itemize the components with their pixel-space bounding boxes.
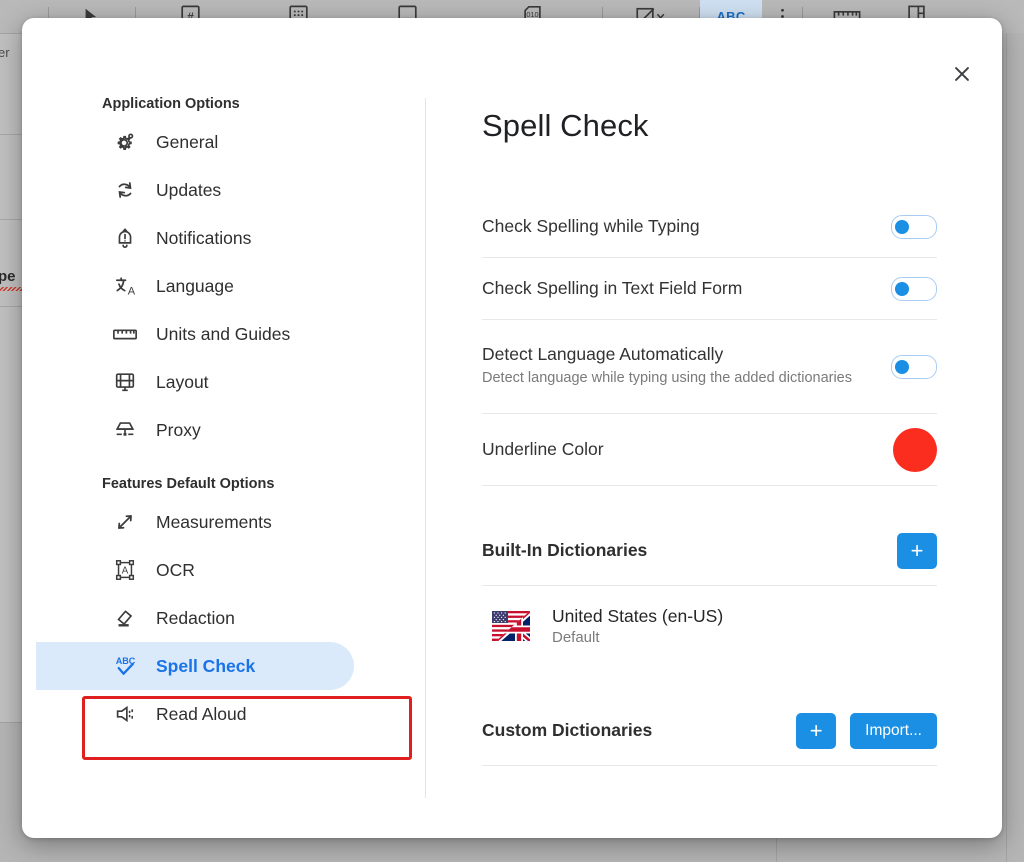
svg-text:A: A [127, 285, 135, 297]
dictionary-name: United States (en-US) [552, 606, 724, 626]
sidebar-group-title-application-options: Application Options [102, 96, 240, 112]
sidebar-item-label: Updates [156, 179, 222, 200]
add-custom-dictionary-button[interactable]: + [796, 712, 837, 749]
page-title: Spell Check [482, 108, 649, 143]
setting-label: Check Spelling in Text Field Form [482, 278, 743, 298]
sidebar-item-label: Language [156, 275, 234, 296]
section-header-custom-dictionaries: Custom Dictionaries + Import... [482, 696, 937, 766]
section-title: Custom Dictionaries [482, 720, 653, 740]
sidebar-item-redaction[interactable]: Redaction [22, 594, 425, 642]
sidebar-item-proxy[interactable]: Proxy [22, 406, 425, 454]
sidebar-item-units-and-guides[interactable]: Units and Guides [22, 310, 425, 358]
sidebar-item-layout[interactable]: Layout [22, 358, 425, 406]
eraser-icon [110, 603, 140, 633]
sidebar-item-label: General [156, 131, 219, 152]
sidebar-item-notifications[interactable]: Notifications [22, 214, 425, 262]
refresh-icon [110, 175, 140, 205]
us-uk-flag-icon [492, 611, 530, 641]
underline-color-swatch[interactable] [893, 427, 937, 472]
setting-label: Underline Color [482, 439, 604, 459]
toggle-check-spelling-in-text-field-form[interactable] [891, 276, 937, 301]
sidebar-item-spell-check[interactable]: ABC Spell Check [36, 642, 354, 690]
import-dictionary-button[interactable]: Import... [850, 712, 937, 749]
setting-row-detect-language-automatically: Detect Language Automatically Detect lan… [482, 320, 937, 414]
sidebar-item-ocr[interactable]: A OCR [22, 546, 425, 594]
toggle-knob [895, 359, 909, 374]
toggle-detect-language-automatically[interactable] [891, 354, 937, 379]
abc-check-icon: ABC [110, 651, 140, 681]
sidebar-item-label: Notifications [156, 227, 252, 248]
section-header-built-in-dictionaries: Built-In Dictionaries + [482, 516, 937, 586]
sidebar-item-label: Spell Check [156, 655, 256, 676]
sidebar-item-label: OCR [156, 559, 195, 580]
speaker-icon [110, 699, 140, 729]
sidebar-item-measurements[interactable]: Measurements [22, 498, 425, 546]
section-title: Built-In Dictionaries [482, 540, 648, 560]
toggle-check-spelling-while-typing[interactable] [891, 214, 937, 239]
translate-icon: A [110, 271, 140, 301]
page-text-fragment-top: er [0, 45, 10, 60]
sidebar-item-updates[interactable]: Updates [22, 166, 425, 214]
add-built-in-dictionary-button[interactable]: + [897, 532, 937, 569]
sidebar-item-language[interactable]: A Language [22, 262, 425, 310]
ocr-frame-icon: A [110, 555, 140, 585]
preferences-sidebar: Application Options General Updates Noti… [22, 96, 425, 798]
setting-row-underline-color: Underline Color [482, 414, 937, 486]
setting-row-check-spelling-in-text-field-form: Check Spelling in Text Field Form [482, 258, 937, 320]
sidebar-item-general[interactable]: General [22, 118, 425, 166]
proxy-server-icon [110, 415, 140, 445]
setting-label: Detect Language Automatically [482, 343, 724, 364]
sidebar-group-title-features-default-options: Features Default Options [102, 476, 275, 492]
setting-row-check-spelling-while-typing: Check Spelling while Typing [482, 196, 937, 258]
sidebar-item-label: Layout [156, 371, 209, 392]
ruler-icon [110, 319, 140, 349]
preferences-content: Spell Check Check Spelling while Typing … [426, 18, 1002, 838]
toggle-knob [895, 281, 909, 296]
svg-text:A: A [122, 565, 129, 576]
page-text-fragment-misspelled: pe [0, 268, 16, 285]
sidebar-item-label: Read Aloud [156, 703, 247, 724]
bell-alert-icon [110, 223, 140, 253]
dictionary-list-item[interactable]: United States (en-US) Default [482, 586, 937, 666]
sidebar-item-read-aloud[interactable]: Read Aloud [22, 690, 425, 738]
screen: er pe T # [0, 0, 1024, 862]
setting-description: Detect language while typing using the a… [482, 369, 852, 386]
setting-label: Check Spelling while Typing [482, 216, 700, 236]
settings-list: Check Spelling while Typing Check Spelli… [482, 196, 937, 766]
double-arrow-icon [110, 507, 140, 537]
layout-icon [110, 367, 140, 397]
sidebar-item-label: Units and Guides [156, 323, 291, 344]
preferences-dialog: Application Options General Updates Noti… [22, 18, 1002, 838]
sidebar-item-label: Redaction [156, 607, 235, 628]
sidebar-item-label: Proxy [156, 419, 201, 440]
gear-icon [110, 127, 140, 157]
dictionary-status: Default [552, 629, 600, 646]
sidebar-item-label: Measurements [156, 511, 272, 532]
toggle-knob [895, 219, 909, 234]
